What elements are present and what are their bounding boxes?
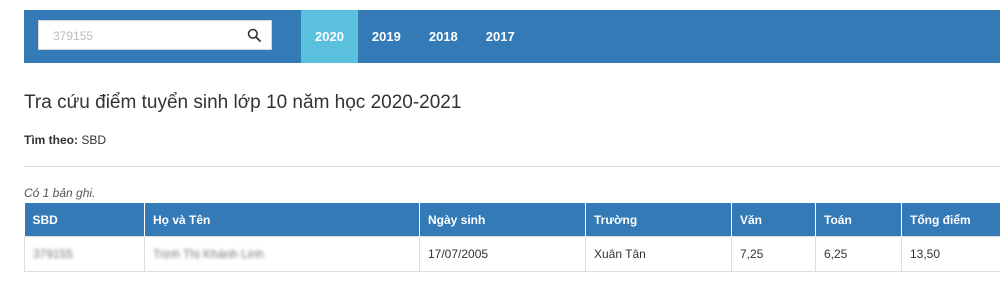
results-table: SBD Họ và Tên Ngày sinh Trường Văn Toán … <box>24 203 1000 272</box>
cell-sbd: 379155 <box>24 236 145 272</box>
search-icon[interactable] <box>247 28 261 42</box>
search-box <box>38 20 272 50</box>
divider <box>24 166 1000 167</box>
header-name: Họ và Tên <box>144 203 420 237</box>
record-count: Có 1 bản ghi. <box>24 186 96 200</box>
header-sbd: SBD <box>24 203 145 237</box>
cell-literature: 7,25 <box>731 236 816 272</box>
cell-total: 13,50 <box>901 236 1000 272</box>
search-input[interactable] <box>51 26 245 46</box>
cell-name: Trịnh Thị Khánh Linh <box>144 236 420 272</box>
cell-dob: 17/07/2005 <box>419 236 586 272</box>
search-by-value: SBD <box>81 133 107 147</box>
tab-2017[interactable]: 2017 <box>472 10 529 63</box>
page-title: Tra cứu điểm tuyển sinh lớp 10 năm học 2… <box>24 92 462 113</box>
tab-2019[interactable]: 2019 <box>358 10 415 63</box>
header-total: Tổng điểm <box>901 203 1000 237</box>
header-school: Trường <box>585 203 732 237</box>
cell-school: Xuân Tân <box>585 236 732 272</box>
tab-2020[interactable]: 2020 <box>301 10 358 63</box>
table-row: 379155 Trịnh Thị Khánh Linh 17/07/2005 X… <box>24 236 1000 272</box>
search-by-label: Tìm theo: <box>24 133 78 147</box>
table-header-row: SBD Họ và Tên Ngày sinh Trường Văn Toán … <box>24 203 1000 237</box>
header-dob: Ngày sinh <box>419 203 586 237</box>
tab-2018[interactable]: 2018 <box>415 10 472 63</box>
year-tabs: 2020 2019 2018 2017 <box>301 10 529 63</box>
search-by-line: Tìm theo: SBD <box>24 133 106 147</box>
header-literature: Văn <box>731 203 816 237</box>
top-navbar: 2020 2019 2018 2017 <box>24 10 1000 63</box>
cell-math: 6,25 <box>815 236 902 272</box>
header-math: Toán <box>815 203 902 237</box>
